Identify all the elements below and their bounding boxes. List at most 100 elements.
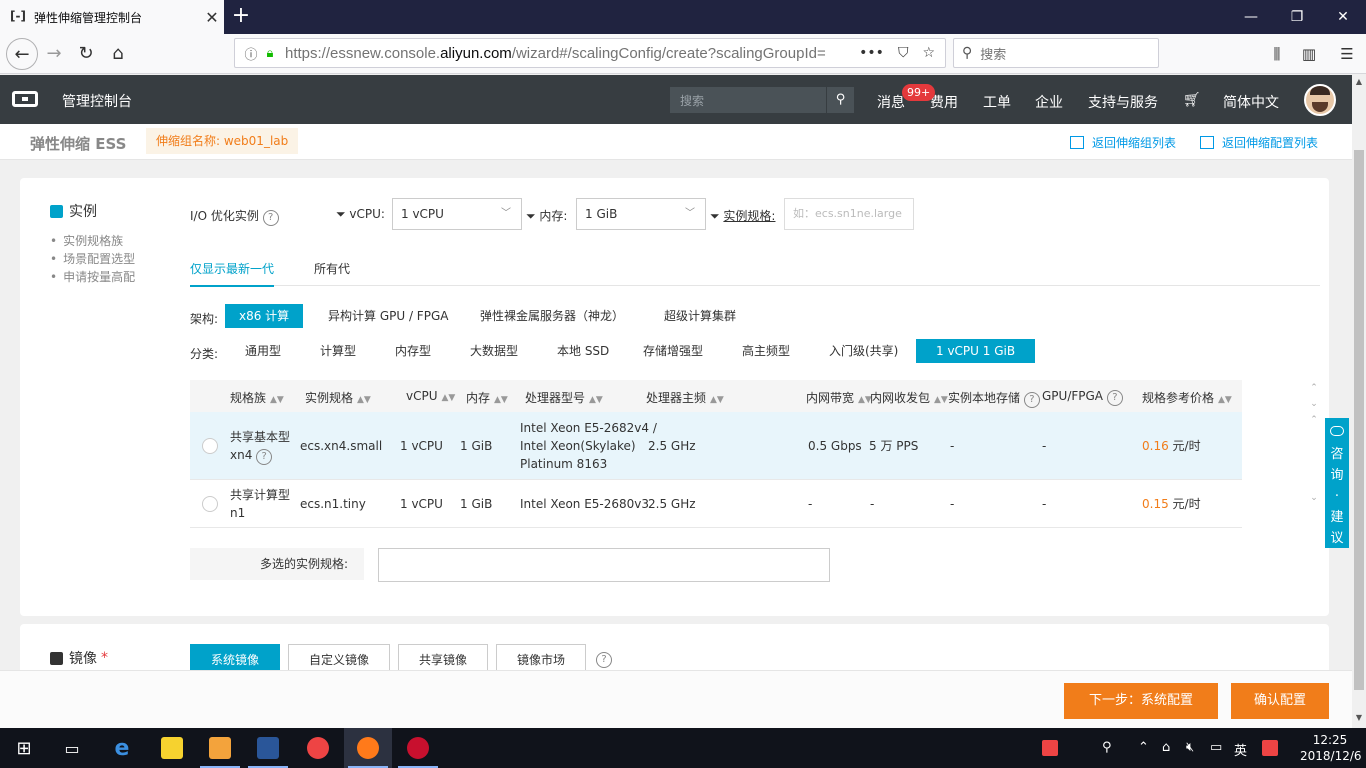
- network-icon[interactable]: ⌂: [1162, 740, 1170, 755]
- restore-icon[interactable]: ❐: [1274, 0, 1320, 34]
- col-pps[interactable]: 内网收发包 ▲▼: [870, 389, 948, 406]
- col-spec[interactable]: 实例规格 ▲▼: [305, 389, 371, 406]
- vcpu-select[interactable]: 1 vCPU ﹀: [392, 198, 522, 230]
- tray-app2-icon[interactable]: [1262, 740, 1278, 760]
- side-link-apply[interactable]: 申请按量高配: [50, 268, 135, 285]
- sort-icon[interactable]: ▲▼: [589, 395, 603, 405]
- scroll-down-icon[interactable]: ⌄: [1308, 396, 1320, 412]
- cat-local-ssd[interactable]: 本地 SSD: [543, 339, 623, 363]
- multi-spec-input[interactable]: [378, 548, 830, 582]
- language-link[interactable]: 简体中文: [1223, 92, 1279, 112]
- cat-high-frequency[interactable]: 高主频型: [728, 339, 804, 363]
- volume-icon[interactable]: 🔇︎: [1186, 740, 1194, 755]
- sort-icon[interactable]: ▲▼: [710, 395, 724, 405]
- task-view-icon[interactable]: ▭: [48, 728, 96, 768]
- tray-app-icon[interactable]: [1042, 740, 1058, 760]
- table-scrollbar[interactable]: ⌃ ⌄ ⌃ ⌄: [1308, 380, 1320, 528]
- tab-system-image[interactable]: 系统镜像: [190, 644, 281, 670]
- page-actions-icon[interactable]: •••: [859, 45, 884, 61]
- home-icon[interactable]: ⌂: [102, 38, 134, 70]
- outlook-icon[interactable]: [196, 728, 244, 768]
- info-icon[interactable]: ⓘ: [241, 44, 261, 63]
- tickets-link[interactable]: 工单: [983, 92, 1011, 112]
- url-bar[interactable]: ⓘ 🔒︎ https://essnew.console.aliyun.com/w…: [234, 38, 946, 68]
- window-close-icon[interactable]: ✕: [1320, 0, 1366, 34]
- scroll-down-icon[interactable]: ▼: [1352, 713, 1366, 722]
- pocket-icon[interactable]: ⛉: [898, 45, 909, 61]
- back-to-group-list-link[interactable]: 返回伸缩组列表: [1070, 134, 1176, 151]
- spec-search-input[interactable]: 如：ecs.sn1ne.large: [784, 198, 914, 230]
- help-icon[interactable]: ?: [1106, 390, 1123, 406]
- firefox-icon[interactable]: [344, 728, 392, 768]
- scroll-up-icon[interactable]: ▲: [1352, 77, 1366, 86]
- row-radio[interactable]: [202, 438, 218, 454]
- col-family[interactable]: 规格族 ▲▼: [230, 389, 284, 406]
- col-cpu-model[interactable]: 处理器型号 ▲▼: [525, 389, 603, 406]
- sort-icon[interactable]: ▲▼: [494, 395, 508, 405]
- bookmark-star-icon[interactable]: ☆: [922, 45, 935, 61]
- arch-x86[interactable]: x86 计算: [225, 304, 304, 328]
- tab-shared-image[interactable]: 共享镜像: [398, 644, 489, 670]
- back-icon[interactable]: ←: [6, 38, 38, 70]
- col-vcpu[interactable]: vCPU ▲▼: [406, 389, 455, 403]
- browser-tab[interactable]: [-] 弹性伸缩管理控制台 ✕: [0, 0, 224, 34]
- page-scrollbar[interactable]: ▲ ▼: [1352, 75, 1366, 728]
- close-tab-icon[interactable]: ✕: [200, 8, 224, 27]
- col-bandwidth[interactable]: 内网带宽 ▲▼: [806, 389, 872, 406]
- sort-icon[interactable]: ▲▼: [442, 393, 456, 403]
- scroll-up-icon[interactable]: ⌃: [1308, 412, 1320, 428]
- next-system-config-button[interactable]: 下一步：系统配置: [1064, 683, 1218, 719]
- table-row[interactable]: 共享基本型 xn4 ? ecs.xn4.small 1 vCPU 1 GiB In…: [190, 412, 1242, 480]
- ime-indicator[interactable]: 英: [1234, 740, 1247, 759]
- arch-gpu-fpga[interactable]: 异构计算 GPU / FPGA: [314, 304, 462, 328]
- memory-select[interactable]: 1 GiB ﹀: [576, 198, 706, 230]
- row-radio[interactable]: [202, 496, 218, 512]
- scroll-down-icon[interactable]: ⌄: [1308, 490, 1320, 506]
- url-text[interactable]: https://essnew.console.aliyun.com/wizard…: [285, 45, 855, 62]
- arch-super-computing[interactable]: 超级计算集群: [650, 304, 750, 328]
- forward-icon[interactable]: →: [38, 38, 70, 70]
- col-memory[interactable]: 内存 ▲▼: [466, 389, 508, 406]
- avatar[interactable]: [1304, 84, 1336, 116]
- new-tab-icon[interactable]: +: [228, 4, 254, 30]
- help-icon[interactable]: ?: [262, 210, 279, 226]
- console-search[interactable]: 搜索 ⚲: [670, 87, 854, 113]
- cat-entry-shared[interactable]: 入门级(共享): [815, 339, 912, 363]
- sort-icon[interactable]: ▲▼: [1218, 395, 1232, 405]
- sticky-notes-icon[interactable]: [148, 728, 196, 768]
- consult-suggest-widget[interactable]: 咨 询 · 建 议: [1325, 418, 1349, 548]
- cat-memory[interactable]: 内存型: [381, 339, 445, 363]
- col-local-storage[interactable]: 实例本地存储 ?: [948, 389, 1040, 408]
- help-icon[interactable]: ?: [1023, 392, 1040, 408]
- minimize-icon[interactable]: —: [1228, 0, 1274, 34]
- cat-general[interactable]: 通用型: [231, 339, 295, 363]
- messages-link[interactable]: 消息: [877, 92, 905, 112]
- reload-icon[interactable]: ↻: [70, 38, 102, 70]
- search-icon[interactable]: ⚲: [826, 87, 854, 113]
- people-icon[interactable]: ⚲: [1102, 740, 1112, 755]
- cart-icon[interactable]: 🛒︎: [1183, 92, 1201, 108]
- display-icon[interactable]: ▭: [1210, 740, 1222, 755]
- scrollbar-thumb[interactable]: [1354, 150, 1364, 690]
- col-cpu-freq[interactable]: 处理器主频 ▲▼: [646, 389, 724, 406]
- edge-icon[interactable]: e: [98, 728, 146, 768]
- console-home-link[interactable]: 管理控制台: [62, 91, 132, 111]
- sort-icon[interactable]: ▲▼: [934, 395, 948, 405]
- windows-start-icon[interactable]: ⊞: [0, 728, 48, 768]
- support-link[interactable]: 支持与服务: [1088, 92, 1158, 112]
- library-icon[interactable]: ⫼: [1262, 38, 1292, 70]
- enterprise-link[interactable]: 企业: [1035, 92, 1063, 112]
- cat-big-data[interactable]: 大数据型: [456, 339, 532, 363]
- tab-all-generations[interactable]: 所有代: [314, 260, 350, 285]
- scroll-up-icon[interactable]: ⌃: [1308, 380, 1320, 396]
- help-icon[interactable]: ?: [256, 449, 273, 465]
- menu-icon[interactable]: ☰: [1332, 38, 1362, 70]
- side-link-family[interactable]: 实例规格族: [50, 232, 123, 249]
- color-app-icon[interactable]: [294, 728, 342, 768]
- back-to-config-list-link[interactable]: 返回伸缩配置列表: [1200, 134, 1318, 151]
- browser-search-input[interactable]: ⚲ 搜索: [953, 38, 1159, 68]
- help-icon[interactable]: ?: [596, 651, 612, 668]
- taskbar-clock[interactable]: 12:25 2018/12/6: [1300, 732, 1362, 764]
- cat-1vcpu-1gib[interactable]: 1 vCPU 1 GiB: [916, 339, 1036, 363]
- arch-bare-metal[interactable]: 弹性裸金属服务器（神龙）: [466, 304, 638, 328]
